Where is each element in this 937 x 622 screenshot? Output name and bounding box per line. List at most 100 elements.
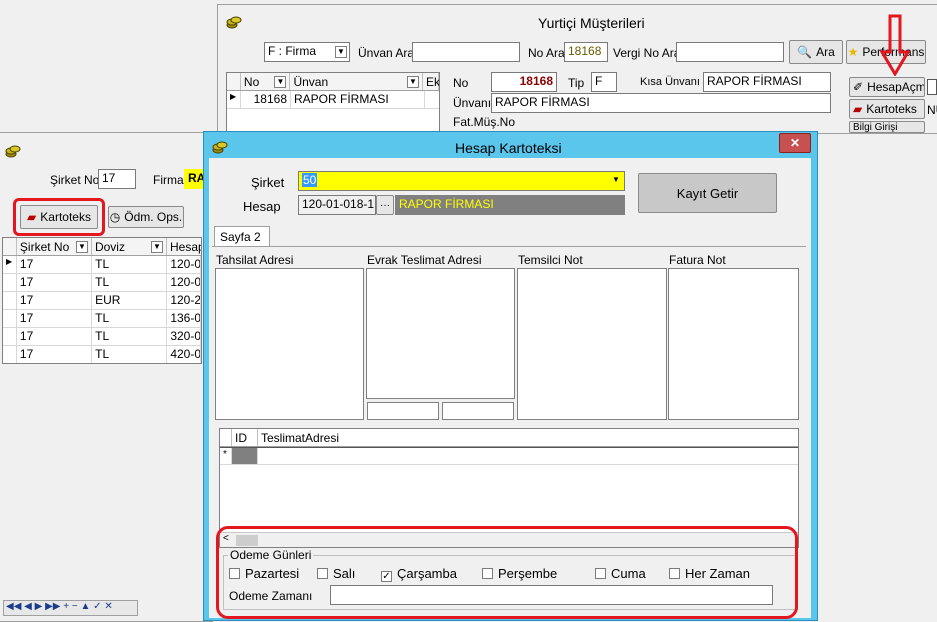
sirket-no-field[interactable]: 17 xyxy=(98,169,136,189)
highlight-odeme xyxy=(216,526,798,619)
table-row[interactable]: 17EUR120-24 xyxy=(3,292,201,310)
table-row[interactable]: 17TL320-01 xyxy=(3,328,201,346)
table-row[interactable]: 17TL420-01 xyxy=(3,346,201,363)
hesap-name-field: RAPOR FİRMASI xyxy=(395,195,625,215)
cell-doviz: TL xyxy=(92,328,168,345)
table-row[interactable]: 17TL136-01 xyxy=(3,310,201,328)
cell-sirket: 17 xyxy=(17,328,93,345)
close-icon: ✕ xyxy=(789,136,801,150)
new-row[interactable]: * xyxy=(220,447,798,465)
cell-hesap: 136-01 xyxy=(167,310,201,327)
evrak-sub-field-1[interactable] xyxy=(367,402,439,420)
firma-field[interactable]: RA xyxy=(184,169,204,189)
row-pointer-icon xyxy=(3,310,17,327)
highlight-kartoteks xyxy=(13,198,105,236)
report-icon xyxy=(927,79,937,95)
table-row[interactable]: ▶ 18168 RAPOR FİRMASI xyxy=(227,91,439,109)
col-no[interactable]: No xyxy=(244,75,259,89)
nav-bar[interactable]: ◀◀ ◀ ▶ ▶▶ + − ▲ ✓ ✕ xyxy=(3,600,138,616)
unvani-label: Ünvanı xyxy=(453,96,492,110)
filter-select[interactable]: F : Firma ▼ xyxy=(264,42,350,62)
table-row[interactable]: 17TL120-02 xyxy=(3,274,201,292)
row-pointer-icon xyxy=(3,328,17,345)
ara-button[interactable]: 🔍 Ara xyxy=(789,40,843,64)
col-sirket-no[interactable]: Şirket No xyxy=(20,240,69,254)
cell-doviz: EUR xyxy=(92,292,168,309)
coins-icon xyxy=(212,140,228,154)
kartoteks-side-button[interactable]: ▰ Kartoteks xyxy=(849,99,925,119)
hesap-code-field[interactable]: 120-01-018-1 xyxy=(298,195,376,215)
kayit-getir-button[interactable]: Kayıt Getir xyxy=(638,173,777,213)
col-id[interactable]: ID xyxy=(232,429,258,446)
sirket-select[interactable]: 50 ▼ xyxy=(298,171,625,191)
hesap-lookup-button[interactable]: ··· xyxy=(376,195,394,215)
star-icon: ★ xyxy=(847,45,859,59)
odm-ops-button[interactable]: ◷ Ödm. Ops. xyxy=(108,206,184,228)
evrak-teslimat-text[interactable] xyxy=(366,268,515,399)
cell-sirket: 17 xyxy=(17,310,93,327)
no-ara-input[interactable]: 18168 xyxy=(564,42,608,62)
hesap-acma-button[interactable]: ✐HesapAçma xyxy=(849,77,925,97)
bilgi-girisi-button[interactable]: Bilgi Girişi xyxy=(849,121,925,133)
kisa-unvani-field[interactable]: RAPOR FİRMASI xyxy=(703,72,831,92)
unvan-ara-label: Ünvan Ara xyxy=(358,46,415,60)
evrak-sub-field-2[interactable] xyxy=(442,402,514,420)
cell-hesap: 120-24 xyxy=(167,292,201,309)
col-doviz[interactable]: Doviz xyxy=(95,240,125,254)
cell-hesap: 420-01 xyxy=(167,346,201,363)
tahsilat-adresi-text[interactable] xyxy=(215,268,364,420)
row-pointer-icon: ▶ xyxy=(227,91,241,108)
no-ara-label: No Ara xyxy=(528,46,565,60)
evrak-teslimat-label: Evrak Teslimat Adresi xyxy=(367,253,482,267)
unvan-ara-input[interactable] xyxy=(412,42,520,62)
tag-icon: ✐ xyxy=(853,80,864,94)
temsilci-not-label: Temsilci Not xyxy=(518,253,583,267)
tip-label: Tip xyxy=(568,76,585,90)
row-pointer-icon xyxy=(3,346,17,363)
sirket-label: Şirket xyxy=(251,175,285,190)
red-arrow-icon xyxy=(879,14,911,79)
fatura-not-text[interactable] xyxy=(668,268,799,420)
chevron-down-icon[interactable]: ▼ xyxy=(274,75,287,88)
row-pointer-icon xyxy=(3,274,17,291)
tip-field[interactable]: F xyxy=(591,72,617,92)
account-grid: Şirket No▼ Doviz▼ Hesap ▶17TL120-0117TL1… xyxy=(2,237,202,364)
row-pointer-icon xyxy=(3,292,17,309)
col-hesap[interactable]: Hesap xyxy=(167,238,201,255)
cell-sirket: 17 xyxy=(17,346,93,363)
tahsilat-adresi-label: Tahsilat Adresi xyxy=(216,253,294,267)
chevron-down-icon[interactable]: ▼ xyxy=(75,240,88,253)
table-row[interactable]: ▶17TL120-01 xyxy=(3,256,201,274)
magnifier-icon: 🔍 xyxy=(797,45,813,59)
firma-label: Firma xyxy=(153,173,184,187)
dialog-title: Hesap Kartoteksi xyxy=(455,140,562,156)
no-field[interactable]: 18168 xyxy=(491,72,557,92)
close-button[interactable]: ✕ xyxy=(779,133,811,153)
cell-hesap: 120-02 xyxy=(167,274,201,291)
cell-doviz: TL xyxy=(92,274,168,291)
hesap-label: Hesap xyxy=(243,199,281,214)
window-title: Yurtiçi Müşterileri xyxy=(538,15,645,31)
col-ek[interactable]: Ek xyxy=(423,73,439,90)
row-pointer-icon: ▶ xyxy=(3,256,17,273)
vergi-no-ara-label: Vergi No Ara xyxy=(613,46,681,60)
sirket-no-label: Şirket No xyxy=(50,173,100,187)
col-teslimat-adresi[interactable]: TeslimatAdresi xyxy=(258,429,798,446)
tab-sayfa-2[interactable]: Sayfa 2 xyxy=(214,226,270,247)
chevron-down-icon: ▼ xyxy=(612,175,620,184)
vergi-no-ara-input[interactable] xyxy=(676,42,784,62)
chevron-down-icon: ▼ xyxy=(335,46,347,58)
unvani-field[interactable]: RAPOR FİRMASI xyxy=(491,93,831,113)
chevron-down-icon[interactable]: ▼ xyxy=(151,240,163,253)
col-unvan[interactable]: Ünvan xyxy=(293,75,328,89)
cell-hesap: 320-01 xyxy=(167,328,201,345)
cell-doviz: TL xyxy=(92,310,168,327)
temsilci-not-text[interactable] xyxy=(517,268,667,420)
coins-icon xyxy=(226,15,242,29)
chevron-down-icon[interactable]: ▼ xyxy=(407,75,419,88)
fatura-not-label: Fatura Not xyxy=(669,253,726,267)
fat-mus-no-label: Fat.Müş.No xyxy=(453,115,516,129)
cell-hesap: 120-01 xyxy=(167,256,201,273)
no-label: No xyxy=(453,76,469,90)
coins-icon xyxy=(5,144,21,158)
